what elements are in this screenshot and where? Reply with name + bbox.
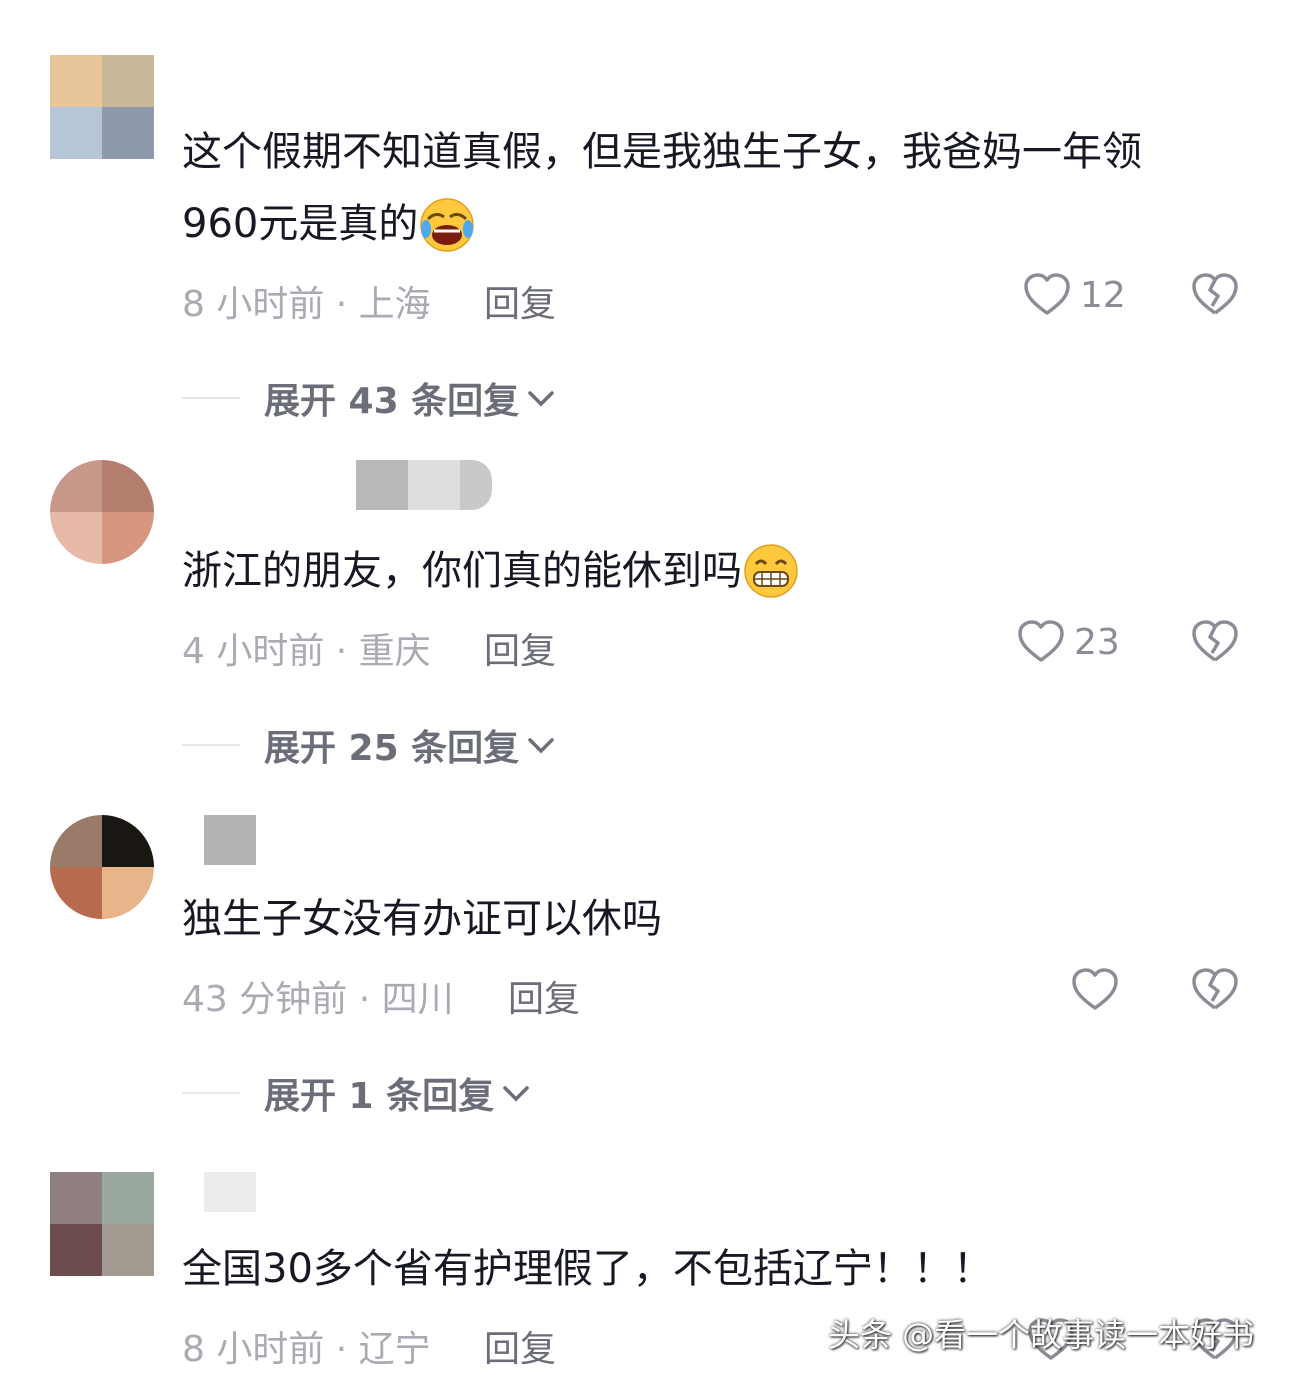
divider <box>182 1092 240 1094</box>
broken-heart-icon[interactable] <box>1190 965 1240 1015</box>
reply-button[interactable]: 回复 <box>484 1320 556 1372</box>
heart-icon <box>1024 273 1070 315</box>
comment-text: 全国30多个省有护理假了，不包括辽宁！！！ <box>182 1246 993 1292</box>
heart-icon <box>1018 620 1064 662</box>
comment-item: 独生子女没有办证可以休吗 43 分钟前 · 四川 回复 展开 1 条回复 <box>0 815 1290 1155</box>
rofl-emoji <box>420 198 475 252</box>
chevron-down-icon <box>503 1086 529 1102</box>
comment-text: 独生子女没有办证可以休吗 <box>182 896 662 942</box>
like-button[interactable]: 23 <box>1016 617 1120 667</box>
username-blurred <box>356 460 492 510</box>
heart-icon <box>1072 968 1118 1010</box>
comment-text-line2: 960元是真的 <box>182 195 476 253</box>
comment-meta: 8 小时前 · 上海 <box>182 284 431 325</box>
comment-text: 浙江的朋友，你们真的能休到吗 <box>182 548 742 594</box>
comment-meta: 4 小时前 · 重庆 <box>182 631 431 672</box>
expand-label: 展开 25 条回复 <box>264 728 520 769</box>
avatar[interactable] <box>50 815 154 919</box>
divider <box>182 397 240 399</box>
divider <box>182 744 240 746</box>
like-button[interactable] <box>1070 965 1128 1015</box>
avatar[interactable] <box>50 1172 154 1276</box>
chevron-down-icon <box>528 738 554 754</box>
comment-text-line: 浙江的朋友，你们真的能休到吗 <box>182 542 800 600</box>
comment-meta: 43 分钟前 · 四川 <box>182 979 454 1020</box>
expand-label: 展开 43 条回复 <box>264 381 520 422</box>
comment-text-continued: 960元是真的 <box>182 201 419 247</box>
avatar[interactable] <box>50 55 154 159</box>
expand-replies[interactable]: 展开 25 条回复 <box>182 720 557 770</box>
comment-meta: 8 小时前 · 辽宁 <box>182 1329 431 1370</box>
expand-replies[interactable]: 展开 1 条回复 <box>182 1068 532 1118</box>
chevron-down-icon <box>528 391 554 407</box>
avatar[interactable] <box>50 460 154 564</box>
broken-heart-icon[interactable] <box>1190 617 1240 667</box>
expand-replies[interactable]: 展开 43 条回复 <box>182 373 557 423</box>
grin-emoji <box>744 544 798 598</box>
expand-label: 展开 1 条回复 <box>264 1076 495 1117</box>
comment-item: 这个假期不知道真假，但是我独生子女，我爸妈一年领 960元是真的 8 小时前 ·… <box>0 55 1290 422</box>
comment-text: 这个假期不知道真假，但是我独生子女，我爸妈一年领 <box>182 129 1142 175</box>
username-blurred <box>204 815 256 865</box>
username-blurred <box>204 1172 256 1212</box>
reply-button[interactable]: 回复 <box>508 970 580 1022</box>
reply-button[interactable]: 回复 <box>484 275 556 327</box>
like-count: 23 <box>1074 621 1120 663</box>
like-button[interactable]: 12 <box>1022 270 1126 320</box>
like-count: 12 <box>1080 274 1126 316</box>
reply-button[interactable]: 回复 <box>484 622 556 674</box>
watermark: 头条 @看一个故事读一本好书 <box>828 1316 1255 1354</box>
broken-heart-icon[interactable] <box>1190 270 1240 320</box>
comment-item: 浙江的朋友，你们真的能休到吗 4 小时前 · 重庆 回复 23 展开 25 条回… <box>0 460 1290 800</box>
